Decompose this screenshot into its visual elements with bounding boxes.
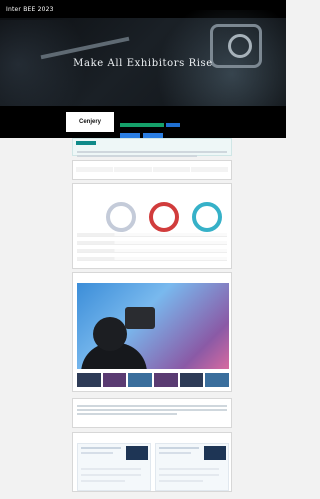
video-thumbnail-strip (77, 373, 230, 387)
video-player[interactable] (77, 283, 229, 369)
video-thumbnail[interactable] (77, 373, 101, 387)
news-thumbnail (126, 446, 148, 460)
notice-text-line (77, 155, 197, 157)
video-card (72, 272, 232, 392)
info-cell (76, 167, 114, 172)
spec-row (77, 233, 227, 237)
news-title-line (159, 452, 191, 454)
headphones-red-icon[interactable] (149, 202, 179, 232)
video-thumbnail[interactable] (128, 373, 153, 387)
company-info-card (72, 160, 232, 180)
description-text-line (77, 413, 177, 415)
news-text-line (159, 480, 203, 482)
news-title-line (81, 447, 121, 449)
news-item[interactable] (155, 443, 229, 491)
video-thumbnail[interactable] (102, 373, 127, 387)
product-compare-card (72, 183, 232, 269)
site-brand[interactable]: Inter BEE 2023 (6, 6, 54, 13)
news-text-line (159, 474, 219, 476)
product-spec-table (77, 233, 227, 265)
news-title-line (81, 452, 113, 454)
booth-badge (120, 123, 164, 127)
lens-icon (228, 34, 252, 58)
company-info-grid (73, 165, 231, 174)
category-badge (166, 123, 180, 127)
video-thumbnail[interactable] (179, 373, 204, 387)
news-item[interactable] (77, 443, 151, 491)
news-text-line (81, 468, 141, 470)
notice-card (72, 138, 232, 157)
headphones-teal-icon[interactable] (192, 202, 222, 232)
product-section-label (73, 184, 231, 188)
spec-row (77, 249, 227, 253)
news-text-line (81, 480, 125, 482)
info-cell (190, 167, 228, 172)
news-text-line (159, 468, 219, 470)
brand-name: Inter BEE 2023 (6, 5, 54, 13)
news-section-label (73, 433, 231, 437)
description-label (73, 399, 231, 403)
video-thumbnail[interactable] (205, 373, 230, 387)
headphones-white-icon[interactable] (106, 202, 136, 232)
notice-text-line (77, 151, 227, 153)
spec-row (77, 241, 227, 245)
description-text-line (77, 409, 227, 411)
video-section-label (73, 273, 231, 277)
exhibitor-logo-text: Cenjery (78, 119, 101, 125)
notice-pill (76, 141, 96, 145)
video-camera-icon (125, 307, 155, 329)
spec-row (77, 257, 227, 261)
news-thumbnail (204, 446, 226, 460)
news-card (72, 432, 232, 492)
info-cell (114, 167, 152, 172)
notice-label (73, 145, 231, 149)
hero-tagline: Make All Exhibitors Rise (73, 58, 213, 69)
hero-banner: Inter BEE 2023 Make All Exhibitors Rise … (0, 0, 286, 138)
news-title-line (159, 447, 199, 449)
info-cell (152, 167, 190, 172)
camera-operator-head (93, 317, 127, 351)
description-text-line (77, 405, 227, 407)
video-thumbnail[interactable] (154, 373, 178, 387)
exhibitor-logo[interactable]: Cenjery (66, 112, 114, 132)
news-text-line (81, 474, 141, 476)
description-card (72, 398, 232, 428)
exhibitor-info (120, 112, 180, 138)
